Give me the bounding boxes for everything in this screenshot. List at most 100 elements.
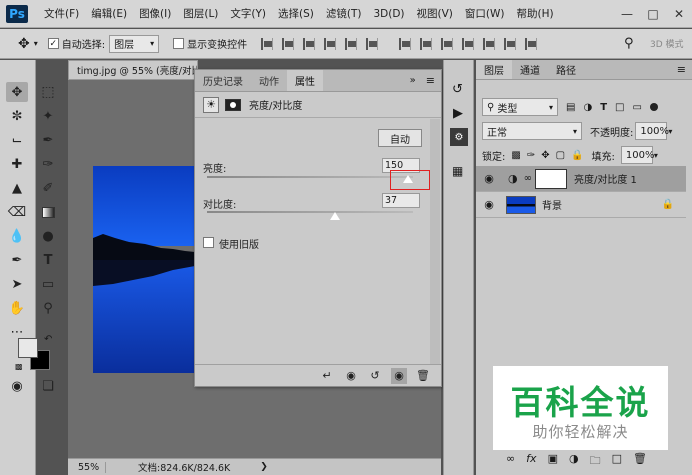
- lock-artboard-icon[interactable]: ▢: [556, 150, 565, 161]
- auto-align-icon[interactable]: [525, 37, 538, 50]
- layer-name[interactable]: 亮度/对比度 1: [574, 171, 637, 186]
- tab-layers[interactable]: 图层: [476, 60, 512, 79]
- opacity-dropdown-icon[interactable]: ▾: [668, 127, 672, 136]
- new-adjustment-icon[interactable]: ◑: [569, 452, 579, 471]
- eraser-icon[interactable]: ⌫: [6, 202, 28, 222]
- dodge-tool-icon[interactable]: ●: [37, 226, 59, 246]
- lock-position-icon[interactable]: ✥: [541, 150, 549, 161]
- filter-pixel-icon[interactable]: ▤: [566, 102, 575, 113]
- align-right-icon[interactable]: [366, 37, 379, 50]
- reset-icon[interactable]: ↺: [367, 368, 383, 384]
- layer-row-background[interactable]: ◉ 背景 🔒: [476, 192, 686, 218]
- lock-transparent-icon[interactable]: ▩: [511, 150, 520, 161]
- fill-dropdown-icon[interactable]: ▾: [654, 151, 658, 160]
- quick-mask-icon[interactable]: ◉: [6, 376, 28, 396]
- lock-all-icon[interactable]: 🔒: [571, 150, 583, 161]
- layers-menu-icon[interactable]: ≡: [671, 60, 692, 79]
- collapse-panel-icon[interactable]: »: [406, 70, 420, 91]
- marquee-tool-icon[interactable]: ⬚: [37, 82, 59, 102]
- auto-button[interactable]: 自动: [378, 129, 422, 147]
- opacity-input[interactable]: 100%: [635, 122, 669, 140]
- distribute-vcenter-icon[interactable]: [420, 37, 433, 50]
- rectangle-tool-icon[interactable]: ▭: [37, 274, 59, 294]
- filter-type-icon[interactable]: T: [600, 102, 607, 113]
- filter-toggle-icon[interactable]: [649, 103, 658, 111]
- screen-mode-icon[interactable]: ❏: [37, 376, 59, 396]
- document-tab[interactable]: timg.jpg @ 55% (亮度/对比度 1...: [68, 60, 198, 80]
- align-hcenter-icon[interactable]: [345, 37, 358, 50]
- healing-brush-icon[interactable]: ✚: [6, 154, 28, 174]
- visibility-eye-icon[interactable]: ◉: [391, 367, 407, 384]
- visibility-eye-icon[interactable]: ◉: [476, 172, 502, 185]
- properties-scrollbar[interactable]: [430, 119, 440, 364]
- hand-tool-icon[interactable]: ✋: [6, 298, 28, 318]
- minimize-icon[interactable]: —: [614, 4, 640, 24]
- trash-icon[interactable]: 🗑: [633, 452, 647, 471]
- magic-wand-icon[interactable]: ✦: [37, 106, 59, 126]
- zoom-tool-icon[interactable]: ⚲: [37, 298, 59, 318]
- menu-window[interactable]: 窗口(W): [459, 6, 511, 21]
- actions-panel-icon[interactable]: ▶: [453, 106, 463, 121]
- view-previous-icon[interactable]: ◉: [343, 368, 359, 384]
- link-layers-icon[interactable]: ∞: [506, 452, 515, 471]
- align-vcenter-icon[interactable]: [282, 37, 295, 50]
- type-tool-icon[interactable]: T: [37, 250, 59, 270]
- stamp-tool-icon[interactable]: ▲: [6, 178, 28, 198]
- menu-file[interactable]: 文件(F): [38, 6, 85, 21]
- lock-pixels-icon[interactable]: ✑: [527, 150, 535, 161]
- foreground-color-swatch[interactable]: [18, 338, 38, 358]
- align-left-icon[interactable]: [324, 37, 337, 50]
- menu-3d[interactable]: 3D(D): [367, 8, 410, 20]
- search-icon[interactable]: ⚲: [624, 36, 634, 51]
- filter-smart-icon[interactable]: ▭: [632, 102, 641, 113]
- contrast-slider-thumb[interactable]: [330, 212, 341, 220]
- menu-view[interactable]: 视图(V): [411, 6, 459, 21]
- menu-filter[interactable]: 滤镜(T): [320, 6, 368, 21]
- move-tool-icon[interactable]: ✥: [6, 82, 28, 102]
- layer-mask-icon[interactable]: [225, 98, 241, 111]
- layer-row-adjustment[interactable]: ◉ ◑ ∞ 亮度/对比度 1: [476, 166, 686, 192]
- crop-tool-icon[interactable]: ⌙: [6, 130, 28, 150]
- filter-kind-dropdown[interactable]: ⚲ 类型 ▾: [482, 98, 558, 116]
- legacy-checkbox[interactable]: [203, 237, 214, 248]
- distribute-left-icon[interactable]: [462, 37, 475, 50]
- close-icon[interactable]: ✕: [666, 4, 692, 24]
- lasso-tool-icon[interactable]: ✼: [6, 106, 28, 126]
- tab-actions[interactable]: 动作: [251, 70, 287, 91]
- show-transform-checkbox[interactable]: [173, 38, 185, 49]
- tab-paths[interactable]: 路径: [548, 60, 584, 79]
- blend-mode-dropdown[interactable]: 正常 ▾: [482, 122, 582, 140]
- menu-type[interactable]: 文字(Y): [224, 6, 272, 21]
- new-group-icon[interactable]: 🗀: [590, 452, 601, 471]
- clip-to-layer-icon[interactable]: ↵: [319, 368, 335, 384]
- auto-select-checkbox[interactable]: ✓: [47, 38, 59, 49]
- zoom-level[interactable]: 55%: [68, 461, 106, 473]
- fill-input[interactable]: 100%: [620, 146, 654, 164]
- menu-layer[interactable]: 图层(L): [177, 6, 224, 21]
- contrast-input[interactable]: 37: [382, 193, 420, 208]
- maximize-icon[interactable]: □: [640, 4, 666, 24]
- menu-select[interactable]: 选择(S): [272, 6, 320, 21]
- pen-tool-icon[interactable]: ✒: [6, 250, 28, 270]
- panel-menu-icon[interactable]: ≡: [420, 70, 441, 91]
- new-layer-icon[interactable]: □: [612, 452, 622, 471]
- gradient-tool-icon[interactable]: [37, 202, 59, 222]
- brush-tool-icon[interactable]: ✑: [37, 154, 59, 174]
- distribute-hcenter-icon[interactable]: [483, 37, 496, 50]
- menu-edit[interactable]: 编辑(E): [85, 6, 133, 21]
- distribute-top-icon[interactable]: [399, 37, 412, 50]
- trash-icon[interactable]: 🗑: [415, 368, 431, 384]
- history-brush-icon[interactable]: ✐: [37, 178, 59, 198]
- add-mask-icon[interactable]: ▣: [548, 452, 558, 471]
- tab-properties[interactable]: 属性: [287, 70, 323, 91]
- move-tool-icon[interactable]: ✥: [18, 36, 30, 52]
- tab-history[interactable]: 历史记录: [195, 70, 251, 91]
- contrast-slider-track[interactable]: [207, 211, 413, 213]
- distribute-right-icon[interactable]: [504, 37, 517, 50]
- layer-mask-thumbnail[interactable]: [534, 168, 567, 189]
- properties-panel-icon[interactable]: ⚙: [450, 128, 468, 146]
- menu-help[interactable]: 帮助(H): [511, 6, 560, 21]
- glyphs-panel-icon[interactable]: ▦: [452, 164, 463, 178]
- distribute-bottom-icon[interactable]: [441, 37, 454, 50]
- menu-image[interactable]: 图像(I): [133, 6, 177, 21]
